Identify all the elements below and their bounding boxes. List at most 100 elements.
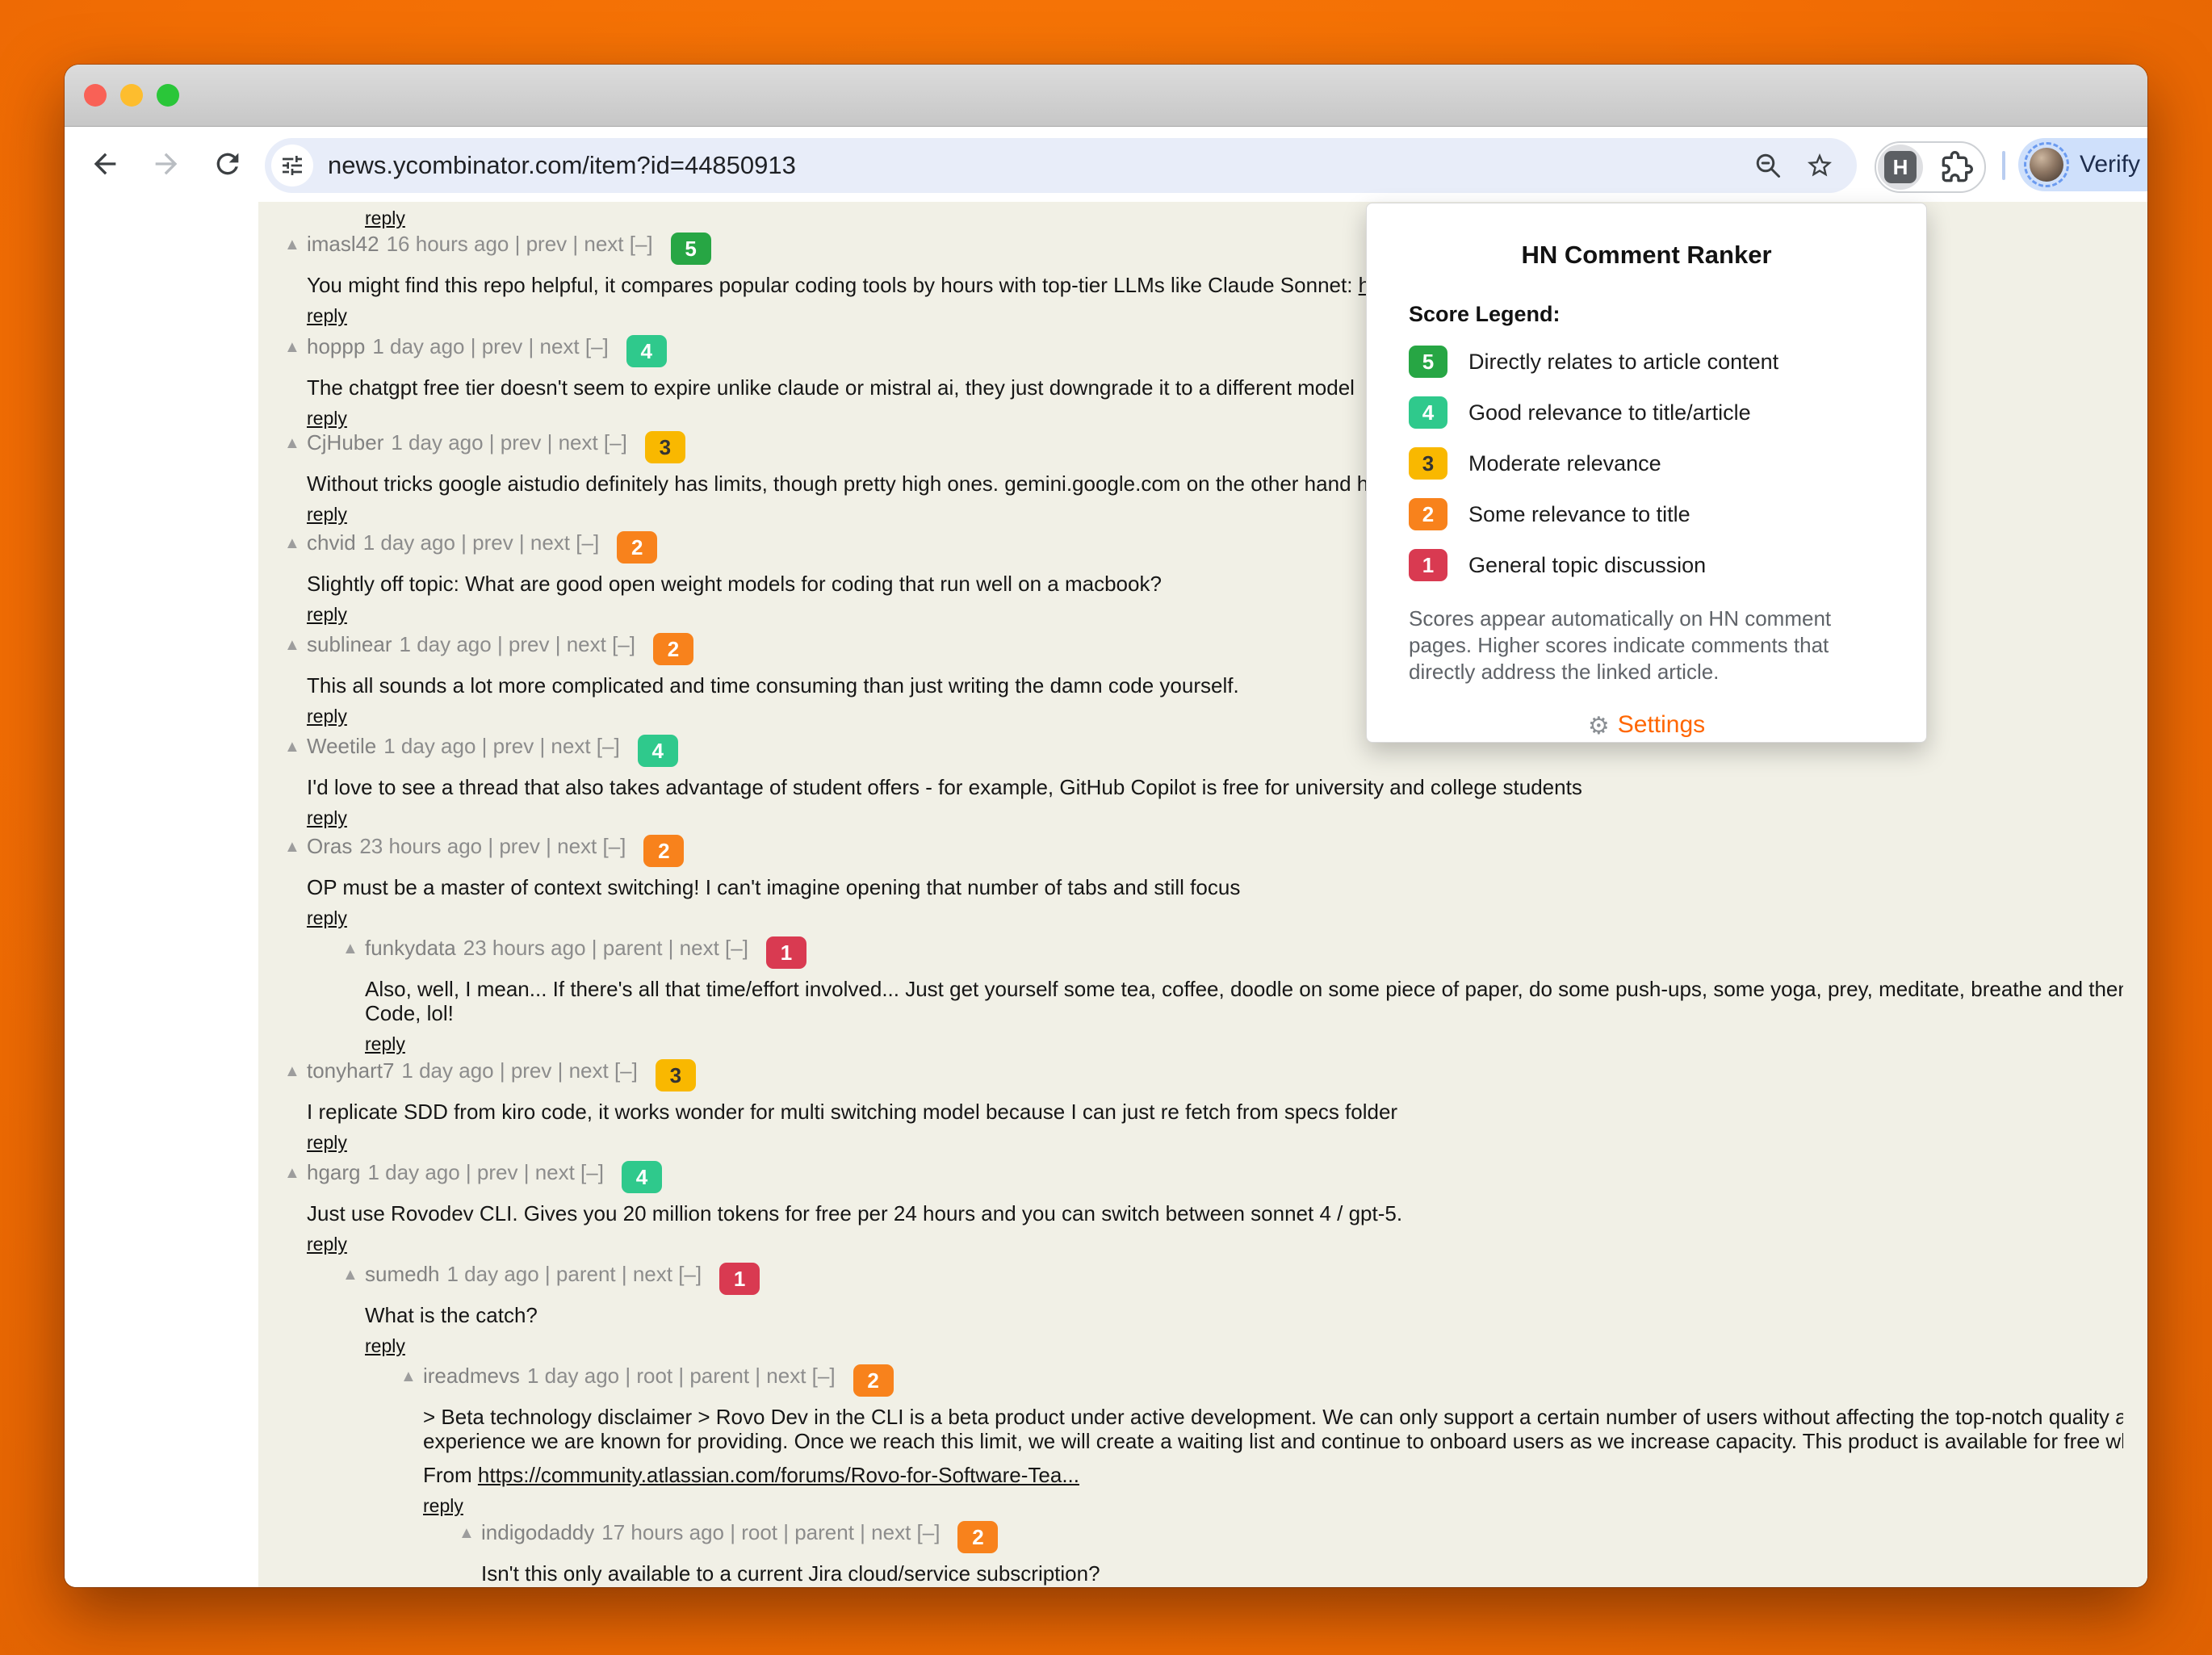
reply-link[interactable]: reply [307,305,347,326]
comment-username[interactable]: hgarg [307,1160,361,1184]
reload-button[interactable] [212,148,244,180]
profile-chip[interactable]: Verify it [2018,138,2147,191]
fullscreen-window-button[interactable] [157,84,179,107]
score-badge: 4 [622,1161,662,1193]
back-button[interactable] [89,148,121,180]
comment-username[interactable]: sumedh [365,1262,440,1286]
comment-text-line: Code, lol! [365,1001,2123,1025]
reply-link[interactable]: reply [307,604,347,625]
gear-icon: ⚙ [1588,713,1610,740]
score-badge: 3 [1409,447,1447,480]
upvote-arrow-icon[interactable]: ▲ [284,232,307,258]
reply-link[interactable]: reply [365,207,405,228]
address-bar[interactable]: news.ycombinator.com/item?id=44850913 [265,138,1857,193]
comment-header: ▲funkydata 23 hours ago | parent | next [… [342,935,2123,969]
close-window-button[interactable] [84,84,107,107]
comment-meta[interactable]: 1 day ago | prev | next [–] [368,1160,604,1184]
score-badge: 3 [645,431,685,463]
upvote-arrow-icon[interactable]: ▲ [284,334,307,360]
forward-button[interactable] [150,148,182,180]
legend-label: Moderate relevance [1468,451,1661,476]
minimize-window-button[interactable] [120,84,143,107]
reply-link[interactable]: reply [307,807,347,828]
site-settings-icon[interactable] [271,145,313,186]
reply-link[interactable]: reply [307,1132,347,1153]
reply-link[interactable]: reply [307,504,347,525]
comment-username[interactable]: indigodaddy [481,1520,594,1544]
reply-link[interactable]: reply [307,408,347,429]
comment-meta[interactable]: 1 day ago | prev | next [–] [401,1058,637,1083]
hn-comment-ranker-extension-button[interactable]: H [1878,145,1923,190]
comment-username[interactable]: ireadmevs [423,1364,520,1388]
comment-meta[interactable]: 1 day ago | prev | next [–] [391,430,626,455]
upvote-arrow-icon[interactable]: ▲ [459,1520,481,1546]
comment-username[interactable]: sublinear [307,632,392,656]
comment-link[interactable]: https://community.atlassian.com/forums/R… [478,1463,1079,1487]
comment-meta[interactable]: 1 day ago | prev | next [–] [383,734,619,758]
comment-username[interactable]: Weetile [307,734,376,758]
comment-header: ▲ireadmevs 1 day ago | root | parent | ne… [400,1363,2123,1397]
upvote-arrow-icon[interactable]: ▲ [284,834,307,860]
legend-row: 5 Directly relates to article content [1409,346,1926,378]
score-legend: 5 Directly relates to article content 4 … [1409,346,1926,581]
comment-text: I'd love to see a thread that also takes… [307,775,2123,799]
upvote-arrow-icon[interactable]: ▲ [284,734,307,760]
comment-header: ▲tonyhart71 day ago | prev | next [–]3 [284,1058,2123,1091]
zoom-out-icon[interactable] [1753,151,1783,180]
upvote-arrow-icon[interactable]: ▲ [342,936,365,962]
score-badge: 5 [1409,346,1447,378]
score-badge: 2 [653,633,693,665]
reply-row: reply [365,1334,2123,1360]
comment-meta[interactable]: 1 day ago | prev | next [–] [400,632,635,656]
comment-username[interactable]: chvid [307,530,356,555]
upvote-arrow-icon[interactable]: ▲ [284,632,307,658]
comment-header: ▲hgarg 1 day ago | prev | next [–] 4 [284,1159,2123,1193]
upvote-arrow-icon[interactable]: ▲ [284,530,307,556]
reply-link[interactable]: reply [307,706,347,727]
comment-username[interactable]: tonyhart7 [307,1058,394,1083]
settings-link[interactable]: Settings [1618,711,1705,738]
comment-username[interactable]: hoppp [307,334,365,358]
comment-meta[interactable]: 1 day ago | root | parent | next [–] [527,1364,836,1388]
comment-meta[interactable]: 1 day ago | prev | next [–] [363,530,599,555]
comment: ▲ireadmevs 1 day ago | root | parent | ne… [400,1363,2123,1520]
url-text[interactable]: news.ycombinator.com/item?id=44850913 [328,138,796,193]
reply-link[interactable]: reply [365,1033,405,1054]
comment-username[interactable]: CjHuber [307,430,383,455]
upvote-arrow-icon[interactable]: ▲ [284,1058,307,1084]
comment-meta[interactable]: 17 hours ago | root | parent | next [–] [601,1520,940,1544]
upvote-arrow-icon[interactable]: ▲ [284,1160,307,1186]
comment-text-line: Also, well, I mean... If there's all tha… [365,977,2123,1001]
score-badge: 5 [671,233,711,265]
comment-username[interactable]: imasl42 [307,232,379,256]
extensions-puzzle-icon[interactable] [1941,151,1973,183]
comment-meta[interactable]: 1 day ago | parent | next [–] [447,1262,702,1286]
score-badge: 1 [1409,549,1447,581]
reply-link[interactable]: reply [307,1234,347,1255]
desktop: { "browser": { "url": "news.ycombinator.… [0,0,2212,1655]
upvote-arrow-icon[interactable]: ▲ [284,430,307,456]
reply-link[interactable]: reply [365,1335,405,1356]
reply-link[interactable]: reply [307,907,347,928]
comment-meta[interactable]: 16 hours ago | prev | next [–] [387,232,653,256]
window-titlebar[interactable] [65,65,2147,127]
upvote-arrow-icon[interactable]: ▲ [400,1364,423,1389]
comment-meta[interactable]: 1 day ago | prev | next [–] [372,334,608,358]
score-badge: 1 [766,936,806,969]
reply-link[interactable]: reply [423,1495,463,1516]
comment-meta[interactable]: 23 hours ago | prev | next [–] [359,834,626,858]
comment-username[interactable]: Oras [307,834,352,858]
upvote-arrow-icon[interactable]: ▲ [342,1262,365,1288]
reply-row: reply [307,807,2123,832]
comment: ▲sumedh1 day ago | parent | next [–]1 Wh… [342,1261,2123,1360]
bookmark-star-icon[interactable] [1805,151,1834,180]
browser-toolbar: news.ycombinator.com/item?id=44850913 H [65,127,2147,203]
score-badge: 1 [719,1263,760,1295]
comment: ▲indigodaddy 17 hours ago | root | parent… [459,1519,2123,1586]
toolbar-separator [2002,151,2005,180]
legend-row: 1 General topic discussion [1409,549,1926,581]
comment-meta[interactable]: 23 hours ago | parent | next [–] [463,936,748,960]
comment: ▲Weetile1 day ago | prev | next [–]4 I'd… [284,733,2123,832]
comment-username[interactable]: funkydata [365,936,456,960]
comment-text-line: OP must be a master of context switching… [307,875,2123,899]
